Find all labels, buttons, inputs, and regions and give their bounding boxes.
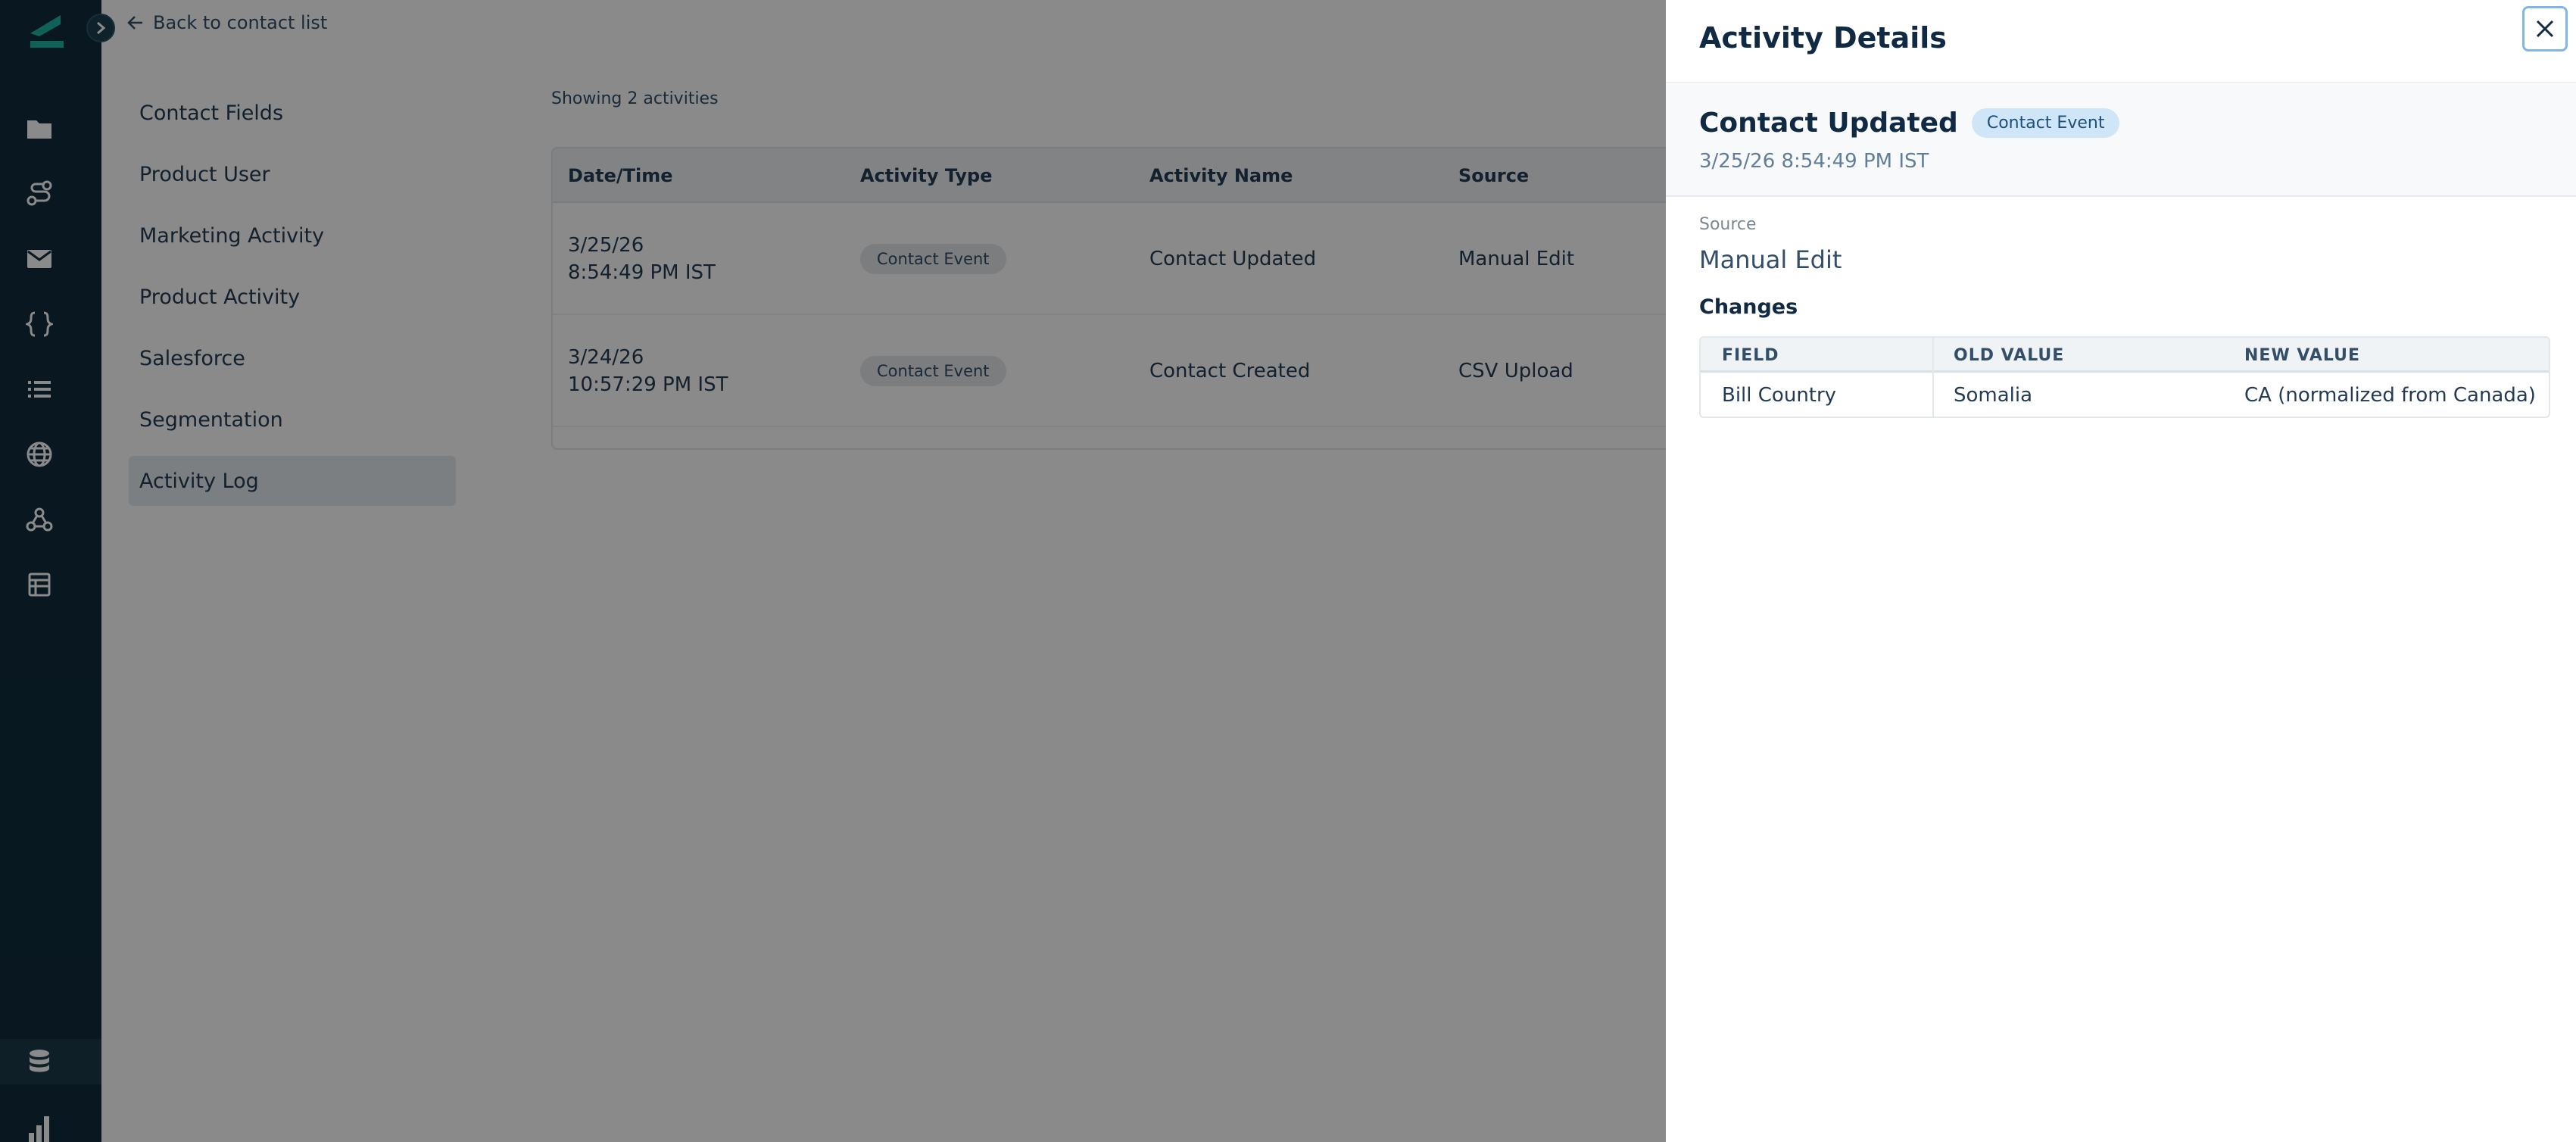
changes-table: FIELD OLD VALUE NEW VALUE Bill Country S…: [1699, 336, 2550, 418]
column-header-old-value: OLD VALUE: [1954, 345, 2065, 365]
close-button[interactable]: [2522, 6, 2568, 51]
changes-row: Bill Country Somalia CA (normalized from…: [1701, 373, 2549, 417]
column-header-field: FIELD: [1722, 345, 1779, 365]
activity-summary: Contact Updated Contact Event 3/25/26 8:…: [1666, 82, 2576, 197]
source-label: Source: [1699, 215, 1757, 234]
change-field: Bill Country: [1722, 384, 1837, 407]
activity-details-drawer: Activity Details Contact Updated Contact…: [1666, 0, 2576, 1142]
changes-title: Changes: [1699, 295, 1798, 319]
activity-name: Contact Updated: [1699, 108, 1958, 139]
change-new-value: CA (normalized from Canada): [2244, 384, 2536, 407]
activity-timestamp: 3/25/26 8:54:49 PM IST: [1699, 150, 1929, 173]
source-value: Manual Edit: [1699, 245, 1842, 274]
change-old-value: Somalia: [1954, 384, 2033, 407]
summary-header: Contact Updated Contact Event: [1699, 108, 2120, 139]
column-divider: [1932, 338, 1934, 417]
drawer-title: Activity Details: [1699, 21, 1947, 55]
activity-type-badge: Contact Event: [1971, 108, 2120, 138]
changes-table-header: FIELD OLD VALUE NEW VALUE: [1701, 338, 2549, 373]
close-icon: [2536, 20, 2554, 38]
column-header-new-value: NEW VALUE: [2244, 345, 2361, 365]
modal-backdrop[interactable]: [0, 0, 1666, 1142]
